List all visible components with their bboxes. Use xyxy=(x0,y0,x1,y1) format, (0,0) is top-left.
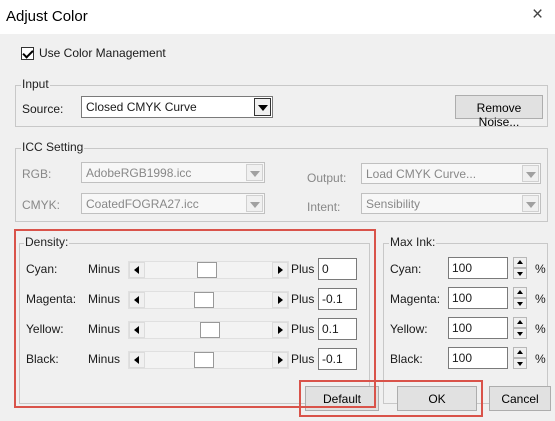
icc-legend: ICC Setting xyxy=(21,140,85,154)
spin-arrows-icon[interactable] xyxy=(513,257,527,279)
max-ink-cyan-unit: % xyxy=(535,262,546,276)
source-select-value: Closed CMYK Curve xyxy=(86,100,197,114)
max-ink-cyan-label: Cyan: xyxy=(390,262,422,276)
chevron-down-icon xyxy=(254,98,271,116)
chevron-down-icon xyxy=(522,195,539,212)
max-ink-magenta-label: Magenta: xyxy=(390,292,441,306)
rgb-profile-value: AdobeRGB1998.icc xyxy=(86,166,192,180)
source-select[interactable]: Closed CMYK Curve xyxy=(81,96,273,118)
spin-arrows-icon[interactable] xyxy=(513,317,527,339)
use-color-management-checkbox[interactable] xyxy=(21,47,34,60)
source-label: Source: xyxy=(22,102,64,116)
window-title: Adjust Color xyxy=(6,8,88,25)
max-ink-magenta-value: 100 xyxy=(452,291,473,305)
intent-label: Intent: xyxy=(307,200,341,214)
cmyk-profile-value: CoatedFOGRA27.icc xyxy=(86,197,199,211)
output-select[interactable]: Load CMYK Curve... xyxy=(361,163,541,184)
max-ink-black-input[interactable]: 100 xyxy=(448,347,508,369)
cancel-button[interactable]: Cancel xyxy=(489,386,551,411)
remove-noise-label: Remove Noise... xyxy=(476,101,522,129)
chevron-down-icon xyxy=(246,195,263,212)
chevron-down-icon xyxy=(246,164,263,181)
rgb-label: RGB: xyxy=(22,167,52,181)
output-value: Load CMYK Curve... xyxy=(366,167,477,181)
rgb-profile-select[interactable]: AdobeRGB1998.icc xyxy=(81,162,265,183)
spin-arrows-icon[interactable] xyxy=(513,347,527,369)
max-ink-yellow-unit: % xyxy=(535,322,546,336)
max-ink-cyan-value: 100 xyxy=(452,261,473,275)
max-ink-magenta-unit: % xyxy=(535,292,546,306)
max-ink-legend: Max Ink: xyxy=(389,235,437,249)
cancel-button-label: Cancel xyxy=(501,392,539,406)
close-icon[interactable]: × xyxy=(532,5,543,25)
max-ink-black-label: Black: xyxy=(390,352,423,366)
max-ink-yellow-label: Yellow: xyxy=(390,322,428,336)
cmyk-label: CMYK: xyxy=(22,198,61,212)
max-ink-black-unit: % xyxy=(535,352,546,366)
input-legend: Input xyxy=(21,77,50,91)
max-ink-yellow-input[interactable]: 100 xyxy=(448,317,508,339)
cmyk-profile-select[interactable]: CoatedFOGRA27.icc xyxy=(81,193,265,214)
spin-arrows-icon[interactable] xyxy=(513,287,527,309)
intent-select[interactable]: Sensibility xyxy=(361,193,541,214)
chevron-down-icon xyxy=(522,165,539,182)
max-ink-magenta-input[interactable]: 100 xyxy=(448,287,508,309)
use-color-management-label: Use Color Management xyxy=(39,46,166,60)
output-label: Output: xyxy=(307,171,347,185)
max-ink-black-value: 100 xyxy=(452,351,473,365)
max-ink-cyan-input[interactable]: 100 xyxy=(448,257,508,279)
buttons-highlight-box xyxy=(299,380,483,417)
intent-value: Sensibility xyxy=(366,197,421,211)
max-ink-yellow-value: 100 xyxy=(452,321,473,335)
remove-noise-button[interactable]: Remove Noise... xyxy=(455,95,543,129)
